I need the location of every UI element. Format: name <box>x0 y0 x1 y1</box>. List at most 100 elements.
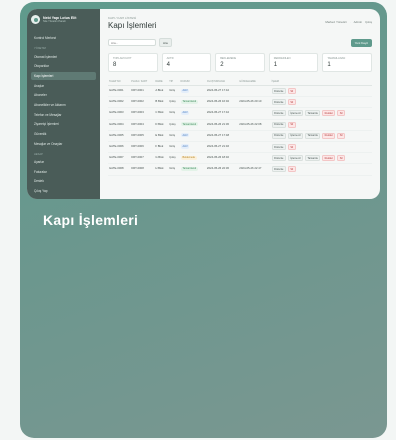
table-row: GATE-0005 KRT-0005 E Blok Giriş Aktif 2024-05… <box>108 130 372 142</box>
unit-cell: H Blok <box>154 163 169 176</box>
card-cell: KRT-0007 <box>130 152 155 165</box>
sidebar-item[interactable]: Abonelikler ve Aktarım <box>31 101 96 109</box>
status-badge: Tamamlandı <box>180 99 199 104</box>
column-header: Oluşturulma <box>205 78 239 86</box>
sidebar-item[interactable]: Otoparklar <box>31 62 96 70</box>
sidebar-item[interactable]: Faturalar <box>31 167 96 175</box>
actions-cell: Düzenle İşleme Al Tamamla Reddet Sil <box>270 107 372 120</box>
stat-card: Aktif 4 <box>161 53 212 72</box>
status-badge: Aktif <box>180 133 190 138</box>
row-actions: Düzenle Sil <box>271 121 371 128</box>
row-actions: Düzenle İşleme Al Tamamla Reddet Sil <box>271 155 371 162</box>
updated-cell <box>238 85 271 98</box>
sidebar-item[interactable]: Otomat İşlemleri <box>31 52 96 60</box>
stats-row: Toplam Kayıt 8 Aktif 4 Beklemede 2 Reddedilen 1… <box>108 53 372 72</box>
status-badge: Tamamlandı <box>180 166 199 171</box>
request-no-cell: GATE-0006 <box>108 141 131 154</box>
action-button[interactable]: Düzenle <box>271 99 286 106</box>
action-button[interactable]: İşleme Al <box>287 132 304 139</box>
unit-cell: G Blok <box>154 152 169 165</box>
sidebar-item[interactable]: Araçlar <box>31 81 96 89</box>
action-button[interactable]: Sil <box>287 144 296 151</box>
action-button[interactable]: Sil <box>287 166 296 173</box>
table-row: GATE-0002 KRT-0002 B Blok Çıkış Tamamlandı 20… <box>108 96 372 109</box>
sidebar-item[interactable]: Mesajlar ve Onaylar <box>31 139 96 147</box>
status-cell: Aktif <box>179 141 206 154</box>
sidebar-item[interactable]: Ayarlar <box>31 158 96 166</box>
action-button[interactable]: Sil <box>337 155 346 162</box>
action-button[interactable]: Sil <box>287 121 296 128</box>
new-record-button[interactable]: Yeni Kayıt <box>350 38 372 47</box>
action-button[interactable]: Reddet <box>322 132 336 139</box>
stat-card: Toplam Kayıt 8 <box>108 53 158 72</box>
request-no-cell: GATE-0002 <box>108 96 131 109</box>
brand-subtitle: Site Yönetim Paneli <box>43 20 66 23</box>
status-badge: Aktif <box>180 144 190 149</box>
created-cell: 2024-05-27 17:48 <box>205 130 239 142</box>
status-badge: Tamamlandı <box>180 122 199 127</box>
action-button[interactable]: İşleme Al <box>287 155 304 162</box>
action-button[interactable]: Sil <box>287 88 296 95</box>
created-cell: 2024-05-26 21:30 <box>205 119 239 131</box>
showcase-card: Nebi Yapı Lotus Elit Site Yönetim Paneli… <box>20 2 387 438</box>
row-actions: Düzenle İşleme Al Tamamla Reddet Sil <box>271 132 371 139</box>
request-no-cell: GATE-0003 <box>108 107 131 120</box>
action-button[interactable]: Düzenle <box>271 110 286 117</box>
updated-cell: 2024-05-26 20:10 <box>238 96 271 109</box>
sidebar-nav: Kontrol Merkezi Yönetim Otomat İşlemleri Ot… <box>31 34 96 195</box>
action-button[interactable]: Düzenle <box>271 88 286 95</box>
table-row: GATE-0003 KRT-0003 C Blok Giriş Aktif 2024-05… <box>108 107 372 120</box>
action-button[interactable]: Düzenle <box>271 166 286 173</box>
sidebar-item[interactable]: Aboneler <box>31 91 96 99</box>
unit-cell: D Blok <box>154 119 169 131</box>
search-bar: Ara <box>108 38 172 47</box>
status-badge: Beklemede <box>180 155 198 160</box>
actions-cell: Düzenle İşleme Al Tamamla Reddet Sil <box>270 130 372 142</box>
column-header: Plaka / Kart <box>130 78 155 86</box>
nav-section-label: Hesap <box>34 152 43 156</box>
type-cell: Giriş <box>168 163 180 176</box>
action-button[interactable]: Sil <box>337 110 346 117</box>
updated-cell <box>238 107 271 120</box>
action-button[interactable]: Reddet <box>322 155 336 162</box>
action-button[interactable]: Düzenle <box>271 121 286 128</box>
action-button[interactable]: İşleme Al <box>287 110 304 117</box>
sidebar-item[interactable]: Kontrol Merkezi <box>31 34 96 42</box>
stat-card: Reddedilen 1 <box>268 53 319 72</box>
action-button[interactable]: Sil <box>287 99 296 106</box>
status-badge: Aktif <box>180 110 190 116</box>
action-button[interactable]: Düzenle <box>271 155 286 162</box>
sidebar-item[interactable]: Ziyaretçi İşlemleri <box>31 120 96 128</box>
logout-link[interactable]: Çıkış <box>365 20 372 24</box>
user-role: Admin <box>353 20 363 24</box>
created-cell: 2024-05-26 18:40 <box>205 152 239 165</box>
caption-title: Kapı İşlemleri <box>43 212 139 228</box>
action-button[interactable]: Düzenle <box>271 144 286 151</box>
type-cell: Çıkış <box>168 96 180 109</box>
table-header-row: Talep No Plaka / Kart Daire Tip Durum Oluştur… <box>108 78 372 86</box>
column-header: Daire <box>154 78 169 86</box>
request-no-cell: GATE-0004 <box>108 119 131 131</box>
search-button[interactable]: Ara <box>159 38 172 47</box>
updated-cell: 2024-05-26 22:08 <box>238 119 271 131</box>
action-button[interactable]: Düzenle <box>271 132 286 139</box>
stat-label: Beklemede <box>220 57 237 60</box>
brand: Nebi Yapı Lotus Elit Site Yönetim Paneli <box>31 15 96 24</box>
sidebar-item[interactable]: Çıkış Yap <box>31 187 96 195</box>
action-button[interactable]: Tamamla <box>305 155 321 162</box>
sidebar-item[interactable]: Kapı İşlemleri <box>31 71 96 81</box>
unit-cell: A Blok <box>154 85 169 98</box>
sidebar-item[interactable]: Telefon ve Mesajlar <box>31 110 96 118</box>
action-button[interactable]: Tamamla <box>305 110 321 117</box>
sidebar-item[interactable]: Destek <box>31 177 96 185</box>
search-input[interactable] <box>108 39 156 46</box>
action-button[interactable]: Reddet <box>322 110 336 117</box>
action-button[interactable]: Sil <box>337 132 346 139</box>
user-name[interactable]: Merkez Yönetici <box>325 20 346 24</box>
sidebar-item[interactable]: Güvenlik <box>31 130 96 138</box>
unit-cell: C Blok <box>154 107 169 120</box>
actions-cell: Düzenle Sil <box>270 96 372 109</box>
created-cell: 2024-05-27 17:42 <box>205 85 239 98</box>
created-cell: 2024-05-26 22:30 <box>205 163 239 176</box>
action-button[interactable]: Tamamla <box>305 132 321 139</box>
